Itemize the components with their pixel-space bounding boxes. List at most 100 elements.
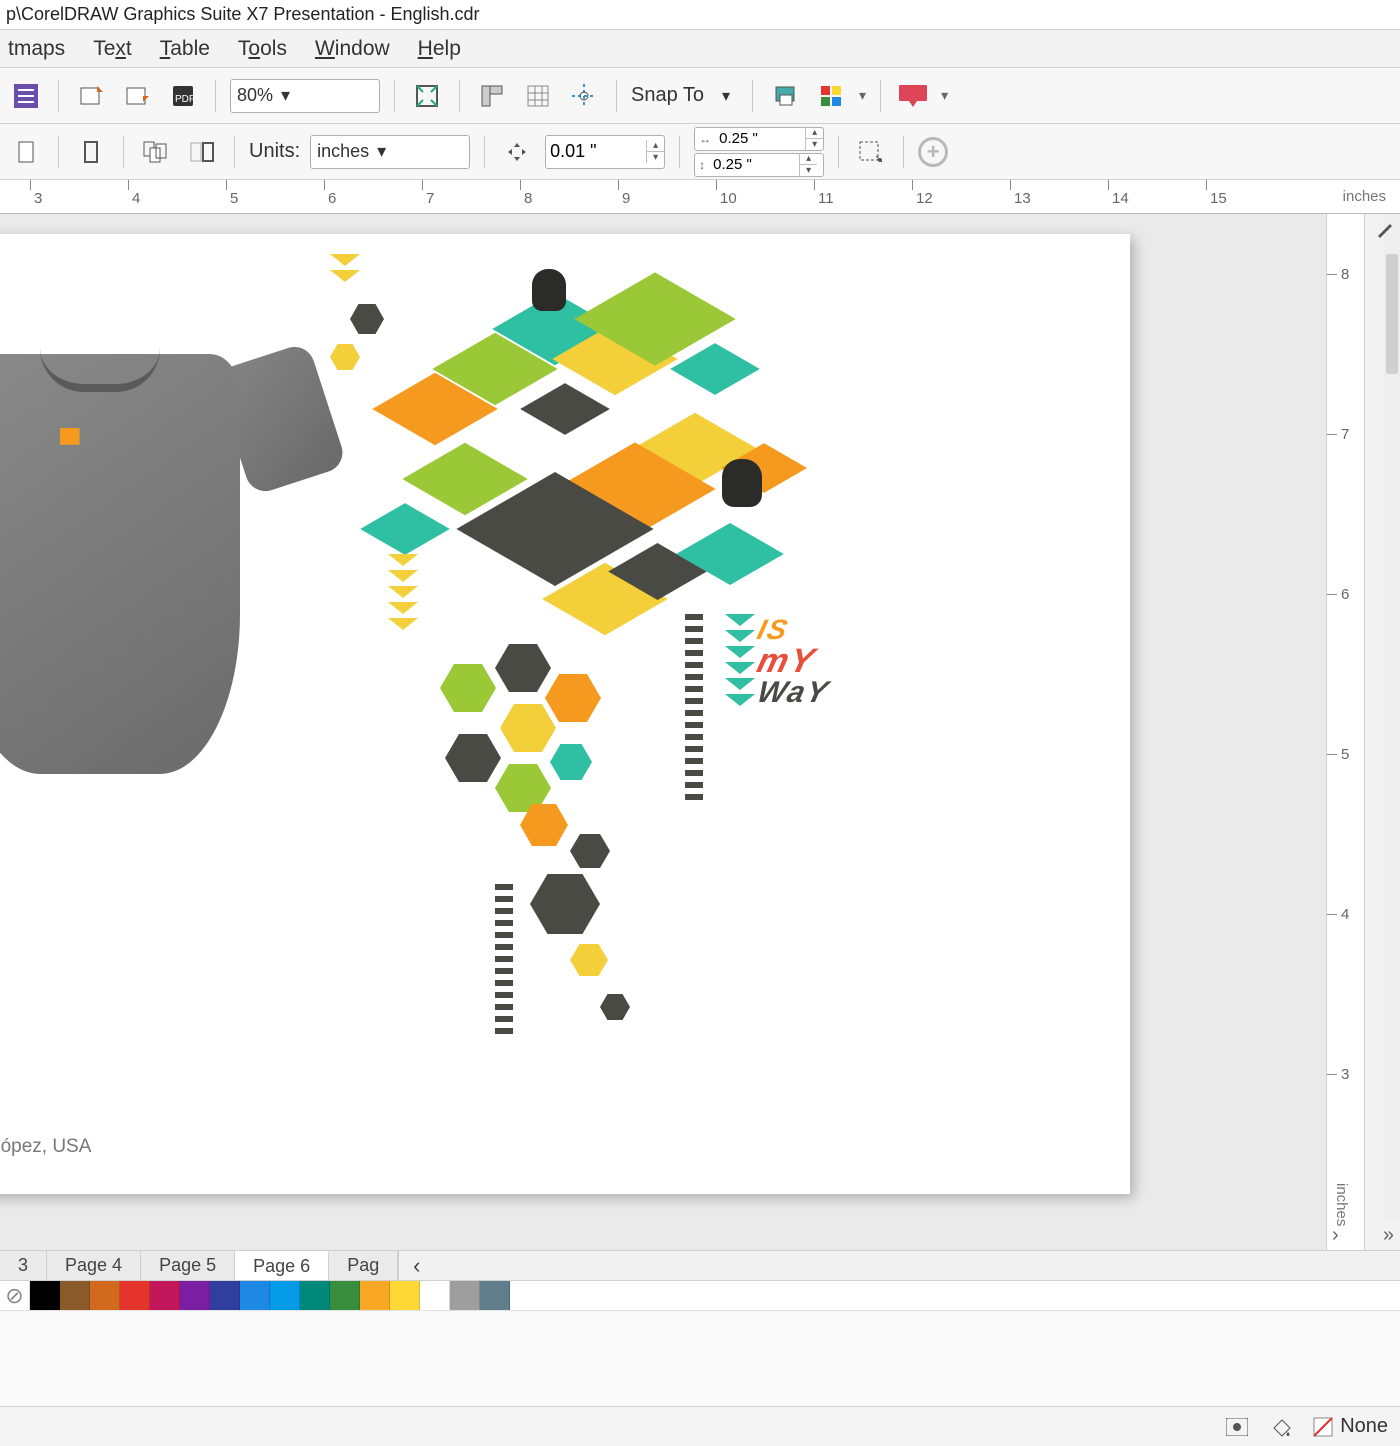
color-swatch[interactable] [240, 1281, 270, 1310]
vertical-scrollbar[interactable] [1384, 214, 1400, 1220]
chevron-down-icon: ▾ [281, 85, 290, 106]
fill-indicator[interactable]: None [1312, 1415, 1388, 1438]
down-icon[interactable]: ▾ [806, 139, 823, 150]
current-page-icon[interactable] [184, 134, 220, 170]
y-offset-icon: ↕ [695, 158, 709, 172]
units-combo[interactable]: inches ▾ [310, 135, 470, 169]
scrollbar-thumb[interactable] [1386, 254, 1398, 374]
chevron-down-icon[interactable]: ▾ [941, 87, 948, 104]
color-swatch[interactable] [60, 1281, 90, 1310]
no-fill-swatch[interactable]: ⊘ [0, 1281, 30, 1310]
ruler-tick: 8 [1327, 274, 1337, 275]
proof-colors-icon[interactable] [1224, 1414, 1250, 1440]
zoom-level-combo[interactable]: 80% ▾ [230, 79, 380, 113]
menu-help[interactable]: Help [418, 37, 461, 61]
canvas[interactable]: IS mY WaY López, USA [0, 214, 1326, 1250]
duplicate-x-spinner[interactable]: ↔ ▴▾ [694, 127, 824, 151]
title-bar: p\CorelDRAW Graphics Suite X7 Presentati… [0, 0, 1400, 30]
color-swatch[interactable] [270, 1281, 300, 1310]
treat-as-filled-icon[interactable] [853, 134, 889, 170]
all-pages-icon[interactable] [138, 134, 174, 170]
publish-pdf-icon[interactable]: PDF [165, 78, 201, 114]
color-swatch[interactable] [390, 1281, 420, 1310]
character-icon [532, 269, 566, 311]
color-swatch[interactable] [30, 1281, 60, 1310]
page-tab[interactable]: 3 [0, 1251, 47, 1280]
pattern-stripes [495, 884, 513, 1084]
page: IS mY WaY López, USA [0, 234, 1130, 1194]
tshirt-mockup[interactable] [0, 314, 280, 814]
pattern-chevrons [330, 254, 360, 286]
color-swatch[interactable] [480, 1281, 510, 1310]
snap-to-label: Snap To [631, 84, 704, 107]
chevron-down-icon[interactable]: ▾ [859, 87, 866, 104]
pattern-chevrons [388, 554, 418, 634]
full-screen-preview-icon[interactable] [409, 78, 445, 114]
welcome-screen-icon[interactable] [895, 78, 931, 114]
property-bar: Units: inches ▾ ▴▾ ↔ ▴▾ ↕ ▴▾ + [0, 124, 1400, 180]
window-title: p\CorelDRAW Graphics Suite X7 Presentati… [6, 4, 480, 25]
up-icon[interactable]: ▴ [800, 153, 817, 165]
ruler-tick: 6 [1327, 594, 1337, 595]
color-swatch[interactable] [180, 1281, 210, 1310]
page-tab[interactable]: Page 5 [141, 1251, 235, 1280]
export-icon[interactable] [119, 78, 155, 114]
scroll-right-icon[interactable]: › [1332, 1224, 1339, 1247]
dup-x-input[interactable] [715, 130, 805, 147]
up-icon[interactable]: ▴ [806, 127, 823, 139]
vertical-ruler[interactable]: inches 876543 [1327, 214, 1365, 1250]
menu-table[interactable]: Table [160, 37, 210, 61]
color-swatch[interactable] [210, 1281, 240, 1310]
page-tab[interactable]: Page 4 [47, 1251, 141, 1280]
show-rulers-icon[interactable] [474, 78, 510, 114]
show-grid-icon[interactable] [520, 78, 556, 114]
up-icon[interactable]: ▴ [647, 140, 664, 152]
color-swatch[interactable] [420, 1281, 450, 1310]
color-swatch[interactable] [150, 1281, 180, 1310]
menu-text[interactable]: Text [93, 37, 132, 61]
color-swatch[interactable] [300, 1281, 330, 1310]
orientation-portrait-icon[interactable] [73, 134, 109, 170]
snap-dropdown[interactable]: ▾ [714, 78, 738, 114]
menu-tools[interactable]: Tools [238, 37, 287, 61]
nudge-input[interactable] [546, 141, 646, 162]
units-value: inches [317, 141, 369, 162]
show-guides-icon[interactable] [566, 78, 602, 114]
color-palette: ⊘ [0, 1280, 1400, 1310]
workspace-layout-icon[interactable] [8, 78, 44, 114]
tabs-scroll-left[interactable]: ‹ [398, 1251, 434, 1280]
status-bar: None [0, 1406, 1400, 1446]
spacer [0, 1310, 1400, 1406]
import-icon[interactable] [73, 78, 109, 114]
color-swatch[interactable] [90, 1281, 120, 1310]
pattern-stripes [685, 614, 703, 874]
horizontal-ruler[interactable]: inches 3456789101112131415 [0, 180, 1400, 214]
add-preset-button[interactable]: + [918, 137, 948, 167]
ruler-tick: 4 [1327, 914, 1337, 915]
fill-tool-icon[interactable] [1268, 1414, 1294, 1440]
color-swatch[interactable] [120, 1281, 150, 1310]
menu-window[interactable]: Window [315, 37, 390, 61]
duplicate-y-spinner[interactable]: ↕ ▴▾ [694, 153, 824, 177]
nudge-distance-spinner[interactable]: ▴▾ [545, 135, 665, 169]
color-swatch[interactable] [450, 1281, 480, 1310]
svg-text:PDF: PDF [175, 94, 195, 105]
page-tab[interactable]: Page 6 [235, 1251, 329, 1280]
scroll-end-icon[interactable]: » [1383, 1224, 1394, 1247]
artwork-credit: López, USA [0, 1136, 91, 1158]
pen-tool-icon[interactable] [1376, 220, 1394, 238]
menu-bitmaps[interactable]: tmaps [8, 37, 65, 61]
zoom-value: 80% [237, 85, 273, 106]
down-icon[interactable]: ▾ [800, 165, 817, 176]
application-launcher-icon[interactable] [813, 78, 849, 114]
dup-y-input[interactable] [709, 156, 799, 173]
page-tabs: 3Page 4Page 5Page 6Pag ‹ [0, 1250, 1400, 1280]
down-icon[interactable]: ▾ [647, 152, 664, 163]
color-swatch[interactable] [330, 1281, 360, 1310]
character-icon [722, 459, 762, 507]
options-icon[interactable] [767, 78, 803, 114]
page-dimensions-icon[interactable] [8, 134, 44, 170]
page-tab[interactable]: Pag [329, 1251, 398, 1280]
artwork[interactable]: IS mY WaY [270, 244, 910, 1184]
color-swatch[interactable] [360, 1281, 390, 1310]
